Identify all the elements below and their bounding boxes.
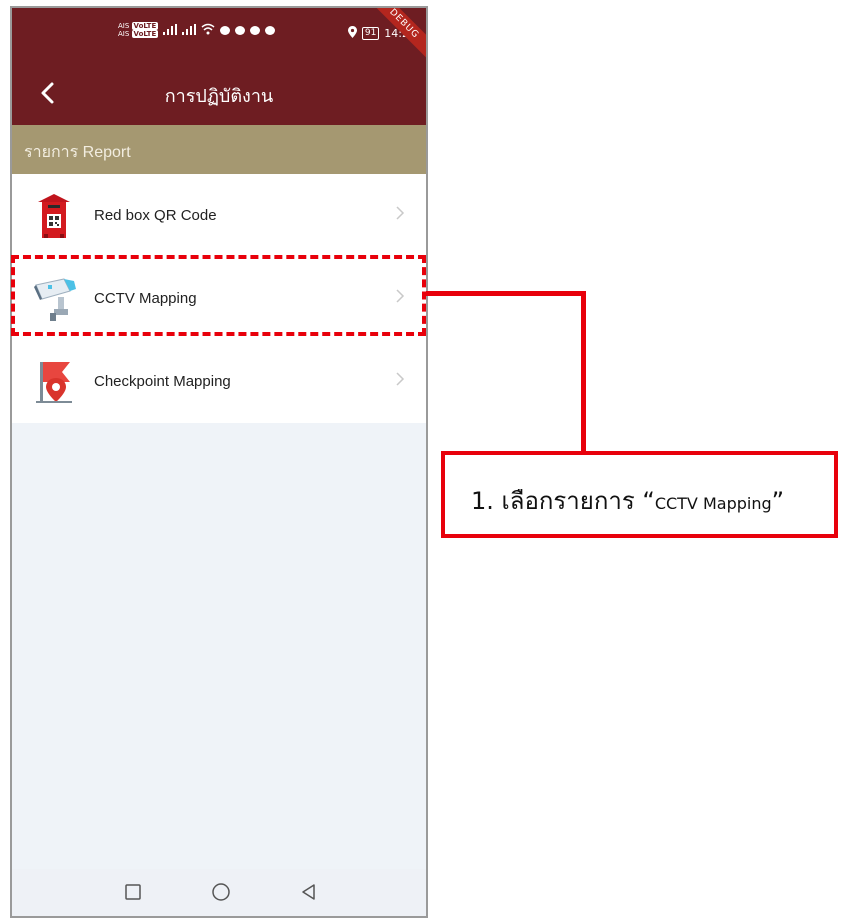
circle-icon [212, 883, 230, 901]
line-icon [250, 25, 261, 35]
menu-item-red-box-qr-code[interactable]: Red box QR Code [12, 174, 426, 257]
checkpoint-flag-icon [34, 360, 74, 404]
square-icon [125, 884, 141, 900]
location-icon [347, 26, 357, 40]
page-title: การปฏิบัติงาน [164, 86, 274, 107]
triangle-back-icon [302, 884, 315, 900]
highlight-box [11, 255, 426, 336]
recents-button[interactable] [122, 881, 144, 903]
signal-icon [163, 23, 178, 37]
menu-item-label: Red box QR Code [94, 207, 217, 224]
carrier-badges: AIS VoLTE AIS VoLTE [118, 22, 159, 38]
instruction-callout: 1. เลือกรายการ “CCTV Mapping” [441, 451, 838, 538]
instruction-text: 1. เลือกรายการ “CCTV Mapping” [471, 481, 784, 520]
chat-icon [220, 25, 231, 35]
chevron-right-icon [396, 372, 405, 386]
chevron-right-icon [396, 206, 405, 220]
menu-item-checkpoint-mapping[interactable]: Checkpoint Mapping [12, 340, 426, 423]
connector-line-vertical [581, 291, 586, 453]
step-text: เลือกรายการ [501, 487, 635, 515]
home-button[interactable] [210, 881, 232, 903]
menu-item-label: Checkpoint Mapping [94, 373, 231, 390]
notification-icon [235, 25, 246, 35]
battery-indicator: 91 [361, 26, 380, 40]
android-nav-bar [12, 869, 426, 916]
network-1-badge: VoLTE [131, 22, 159, 30]
wifi-icon [201, 23, 215, 37]
phone-screen: AIS VoLTE AIS VoLTE 91 14:23 DEBUG การปฏ… [10, 6, 428, 918]
carrier-2-label: AIS [118, 30, 130, 38]
status-bar: AIS VoLTE AIS VoLTE 91 14:23 DEBUG [12, 8, 426, 66]
status-left: AIS VoLTE AIS VoLTE [118, 22, 276, 38]
close-quote: ” [771, 487, 785, 515]
red-box-qr-icon [34, 194, 74, 238]
app-bar: การปฏิบัติงาน [12, 63, 426, 125]
network-2-badge: VoLTE [131, 30, 159, 38]
step-target: CCTV Mapping [654, 494, 772, 513]
carrier-1-label: AIS [118, 22, 130, 30]
message-icon [265, 25, 276, 35]
section-title: รายการ Report [24, 144, 131, 161]
open-quote: “ [642, 487, 655, 515]
signal-icon-2 [182, 23, 197, 37]
step-number: 1. [471, 487, 494, 515]
back-nav-button[interactable] [298, 881, 320, 903]
section-header: รายการ Report [12, 125, 426, 174]
connector-line-horizontal [426, 291, 586, 296]
